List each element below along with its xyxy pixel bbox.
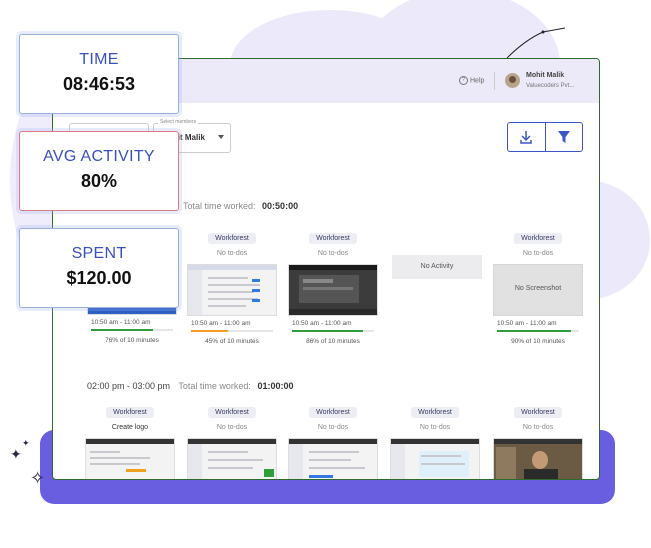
sparkle-icon: ✦: [10, 446, 22, 462]
screenshot-thumbnail[interactable]: [493, 438, 583, 479]
stat-title: AVG ACTIVITY: [43, 148, 155, 165]
stat-value: $120.00: [66, 268, 132, 288]
screenshot-thumbnail[interactable]: [187, 438, 277, 479]
screenshot-thumbnail[interactable]: No Screenshot: [493, 264, 583, 316]
help-icon: ?: [459, 76, 468, 85]
time-range: 10:50 am - 11:00 am: [191, 320, 251, 327]
screenshot-card[interactable]: Workforest No to-dos 10:50 am - 11:00 am…: [187, 227, 277, 345]
total-time-label: Total time worked:: [183, 201, 256, 211]
divider: [494, 72, 495, 90]
project-badge: Workforest: [208, 233, 256, 244]
project-badge: Workforest: [514, 233, 562, 244]
time-range: 10:50 am - 11:00 am: [292, 320, 352, 327]
stat-value: 80%: [80, 171, 118, 191]
screenshot-thumbnail[interactable]: [288, 438, 378, 479]
chevron-down-icon: [218, 135, 224, 139]
activity-percent: 76% of 10 minutes: [105, 337, 159, 344]
todo-text: No to-dos: [522, 250, 554, 257]
decorative-line: [506, 27, 566, 59]
project-badge: Workforest: [309, 407, 357, 418]
filter-icon: [558, 131, 570, 143]
stat-value: 08:46:53: [62, 74, 136, 94]
project-badge: Workforest: [309, 233, 357, 244]
activity-bar: [191, 330, 273, 332]
total-time-value: 01:00:00: [257, 381, 294, 391]
activity-percent: 45% of 10 minutes: [205, 338, 259, 345]
no-screenshot-label: No Screenshot: [514, 285, 562, 292]
stat-card-activity: AVG ACTIVITY 80%: [19, 131, 179, 211]
time-range: 10:50 am - 11:00 am: [91, 319, 151, 326]
download-icon: [520, 131, 532, 144]
screenshot-card[interactable]: Workforest No to-dos: [187, 401, 277, 479]
todo-text: No to-dos: [419, 424, 451, 431]
stat-card-spent: SPENT $120.00: [19, 228, 179, 308]
activity-bar: [292, 330, 374, 332]
screenshot-thumbnail[interactable]: [288, 264, 378, 316]
sparkle-icon: ✧: [30, 468, 46, 488]
project-badge: Workforest: [208, 407, 256, 418]
action-group: [507, 122, 583, 152]
project-badge: Workforest: [411, 407, 459, 418]
total-time-label: Total time worked:: [178, 381, 251, 391]
help-link[interactable]: ? Help: [459, 76, 484, 85]
todo-text: Create logo: [111, 424, 149, 431]
sparkle-icon: ✦: [22, 438, 30, 448]
screenshot-card[interactable]: Workforest Create logo: [85, 401, 175, 479]
user-org: Valuecoders Pvt...: [526, 83, 575, 89]
screenshot-thumbnail[interactable]: [85, 438, 175, 479]
user-name: Mohit Malik: [526, 72, 565, 79]
todo-text: No to-dos: [216, 424, 248, 431]
activity-percent: 86% of 10 minutes: [306, 338, 360, 345]
help-label: Help: [470, 77, 485, 85]
screenshot-card[interactable]: Workforest No to-dos: [390, 401, 480, 479]
no-activity-box: No Activity: [392, 255, 482, 279]
member-select-label: Select members: [158, 119, 199, 125]
time-range: 10:50 am - 11:00 am: [497, 320, 557, 327]
stat-card-time: TIME 08:46:53: [19, 34, 179, 114]
project-badge: Workforest: [514, 407, 562, 418]
activity-percent: 90% of 10 minutes: [511, 338, 565, 345]
todo-text: No to-dos: [216, 250, 248, 257]
activity-bar: [91, 329, 173, 331]
filter-button[interactable]: [546, 123, 582, 151]
screenshot-card[interactable]: Workforest No to-dos: [288, 401, 378, 479]
todo-text: No to-dos: [317, 250, 349, 257]
avatar[interactable]: [505, 73, 520, 88]
time-slot-header: 02:00 pm - 03:00 pm Total time worked: 0…: [87, 381, 293, 391]
stat-title: SPENT: [71, 245, 127, 262]
project-badge: Workforest: [106, 407, 154, 418]
todo-text: No to-dos: [522, 424, 554, 431]
stat-title: TIME: [79, 51, 119, 68]
time-slot-header: Total time worked: 00:50:00: [183, 201, 298, 211]
screenshot-card[interactable]: Workforest No to-dos: [493, 401, 583, 479]
screenshot-thumbnail[interactable]: [390, 438, 480, 479]
screenshot-card[interactable]: Workforest No to-dos No Screenshot 10:50…: [493, 227, 583, 345]
activity-bar: [497, 330, 579, 332]
download-button[interactable]: [508, 123, 544, 151]
time-slot-range: 02:00 pm - 03:00 pm: [87, 381, 171, 391]
screenshot-card[interactable]: Workforest No to-dos 10:50 am - 11:00 am…: [288, 227, 378, 345]
todo-text: No to-dos: [317, 424, 349, 431]
screenshot-thumbnail[interactable]: [187, 264, 277, 316]
total-time-value: 00:50:00: [262, 201, 299, 211]
